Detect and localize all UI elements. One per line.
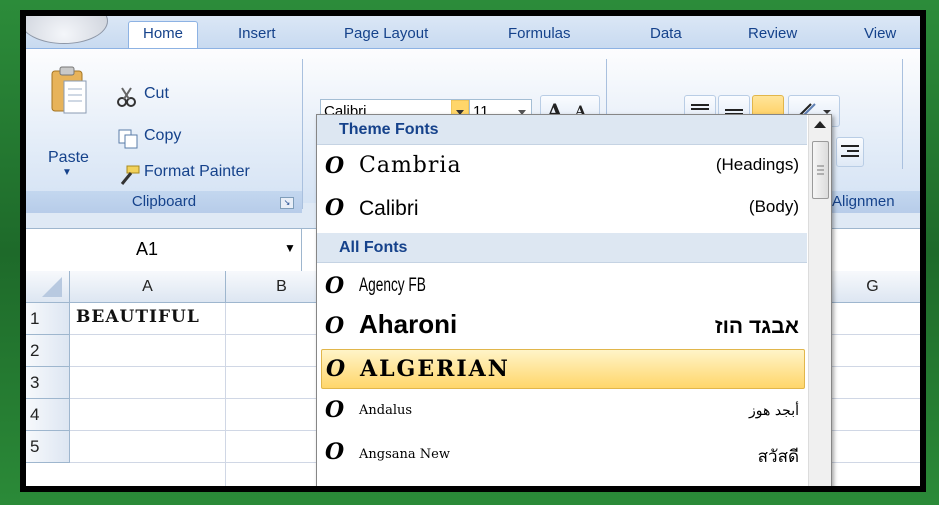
scroll-up-arrow-icon[interactable] (809, 115, 831, 135)
copy-button[interactable]: Copy (144, 127, 181, 145)
row-header-5[interactable]: 5 (26, 431, 70, 463)
theme-fonts-header: Theme Fonts (317, 115, 807, 145)
font-option-andalus[interactable]: O Andalus أبجد هوز (321, 391, 805, 431)
column-header-a[interactable]: A (70, 271, 226, 303)
font-option-meta: أبجد هوز (749, 403, 799, 419)
tab-formulas[interactable]: Formulas (508, 22, 571, 46)
opentype-font-icon: O (325, 195, 345, 221)
font-option-label: Angsana New (359, 447, 450, 462)
opentype-font-icon: O (325, 153, 345, 179)
row-header-2[interactable]: 2 (26, 335, 70, 367)
excel-window: Home Insert Page Layout Formulas Data Re… (20, 10, 926, 492)
select-all-icon (42, 277, 62, 297)
increase-indent-button[interactable] (836, 137, 864, 167)
column-header-g[interactable]: G (818, 271, 920, 303)
format-painter-icon (120, 165, 140, 185)
row-header-1[interactable]: 1 (26, 303, 70, 335)
indent-icon (841, 145, 859, 157)
font-option-meta: สวัสดี (757, 447, 799, 467)
select-all-corner[interactable] (26, 271, 70, 303)
clipboard-launcher-icon[interactable]: ↘ (280, 197, 294, 209)
font-option-calibri[interactable]: O Calibri (Body) (321, 189, 805, 229)
font-option-label: ALGERIAN (360, 356, 510, 382)
font-option-label: Agency FB (359, 275, 426, 296)
font-option-label: Cambria (359, 153, 462, 178)
name-box-dropdown-icon[interactable]: ▼ (284, 241, 296, 255)
scissors-icon (117, 87, 136, 107)
copy-icon (118, 129, 138, 149)
tab-data[interactable]: Data (650, 22, 682, 46)
font-option-agency-fb[interactable]: O Agency FB (321, 267, 805, 307)
tab-home[interactable]: Home (128, 21, 199, 48)
ribbon-tab-bar: Home Insert Page Layout Formulas Data Re… (26, 16, 920, 48)
tab-insert[interactable]: Insert (238, 22, 276, 46)
paste-dropdown-icon[interactable]: ▼ (62, 167, 72, 178)
group-divider (302, 59, 303, 209)
font-option-meta: (Headings) (715, 155, 799, 174)
paste-icon[interactable] (50, 65, 90, 119)
opentype-font-icon: O (325, 397, 345, 423)
row-header-3[interactable]: 3 (26, 367, 70, 399)
font-option-meta: (Body) (748, 197, 799, 216)
name-box[interactable]: A1 ▼ (26, 229, 302, 271)
opentype-font-icon: O (326, 356, 346, 382)
font-option-label: Andalus (359, 403, 413, 418)
scroll-thumb[interactable] (812, 141, 829, 199)
tab-review[interactable]: Review (748, 22, 797, 46)
clipboard-group-label: Clipboard (26, 191, 302, 213)
font-option-cambria[interactable]: O Cambria (Headings) (321, 147, 805, 187)
font-option-label: Aharoni (359, 309, 458, 339)
font-option-label: Calibri (359, 197, 419, 220)
font-dropdown-list: Theme Fonts O Cambria (Headings) O Calib… (316, 114, 832, 486)
dropdown-scrollbar[interactable] (808, 115, 831, 486)
office-button[interactable] (26, 16, 108, 44)
grid-line (225, 303, 226, 486)
opentype-font-icon: O (325, 313, 345, 339)
tab-page-layout[interactable]: Page Layout (344, 22, 428, 46)
font-option-aharoni[interactable]: O Aharoni אבגד הוז (321, 307, 805, 347)
tab-view[interactable]: View (864, 22, 896, 46)
cut-button[interactable]: Cut (144, 85, 169, 103)
all-fonts-header: All Fonts (317, 233, 807, 263)
group-divider (902, 59, 903, 169)
font-option-meta: אבגד הוז (714, 315, 799, 338)
opentype-font-icon: O (325, 439, 345, 465)
cell-a1[interactable]: BEAUTIFUL (76, 307, 200, 327)
alignment-group-label: Alignmen (824, 191, 920, 213)
format-painter-button[interactable]: Format Painter (144, 163, 250, 181)
scroll-grip-icon (817, 165, 824, 175)
row-header-4[interactable]: 4 (26, 399, 70, 431)
green-frame: Home Insert Page Layout Formulas Data Re… (0, 0, 939, 505)
clipboard-label: Clipboard (131, 193, 197, 210)
font-option-angsana-new[interactable]: O Angsana New สวัสดี (321, 433, 805, 473)
paste-button[interactable]: Paste (48, 149, 89, 167)
name-box-value: A1 (136, 239, 159, 259)
font-option-algerian[interactable]: O ALGERIAN (321, 349, 805, 389)
opentype-font-icon: O (325, 273, 345, 299)
